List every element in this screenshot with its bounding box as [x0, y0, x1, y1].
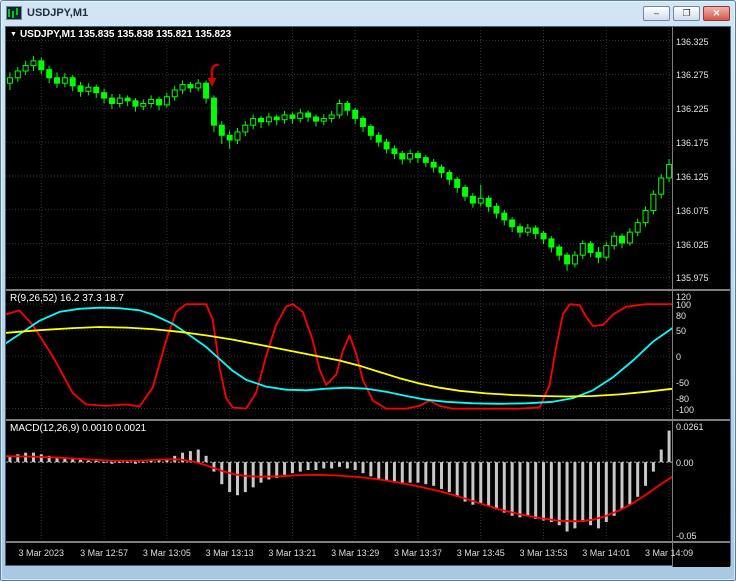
time-axis[interactable]: 3 Mar 2023 3 Mar 12:57 3 Mar 13:05 3 Mar 13…	[6, 543, 694, 567]
macd-indicator-chart[interactable]	[6, 421, 673, 541]
scale-label: -100	[676, 404, 695, 415]
scale-label: 136.325	[676, 36, 709, 47]
scale-label: 136.125	[676, 171, 709, 182]
time-axis-label: 3 Mar 2023	[18, 548, 65, 558]
scale-label: 0.00	[676, 458, 694, 469]
time-axis-label: 3 Mar 13:45	[456, 548, 505, 558]
macd-scale[interactable]: 0.0261 0.00 -0.05	[672, 421, 730, 541]
scale-label: 100	[676, 300, 692, 311]
scale-label: -80	[676, 394, 690, 405]
symbol-dropdown-icon[interactable]: ▼	[10, 31, 17, 38]
window-controls: – ❐ ✕	[643, 5, 730, 21]
restore-button[interactable]: ❐	[673, 5, 700, 21]
time-axis-label: 3 Mar 13:05	[142, 548, 191, 558]
window-title: USDJPY,M1	[27, 7, 89, 19]
scale-label: 0.0261	[676, 422, 704, 432]
wpr-indicator-label: R(9,26,52) 16.2 37.3 18.7	[10, 293, 124, 304]
wpr-indicator-panel[interactable]: R(9,26,52) 16.2 37.3 18.7	[6, 291, 673, 419]
macd-indicator-panel[interactable]: MACD(12,26,9) 0.0010 0.0021	[6, 421, 673, 541]
scale-label: 135.975	[676, 273, 709, 284]
scale-label: 136.275	[676, 70, 709, 81]
minimize-button[interactable]: –	[643, 5, 670, 21]
wpr-scale[interactable]: 120 100 80 50 0 -50 -80 -100	[672, 291, 730, 419]
scale-label: 136.025	[676, 239, 709, 250]
scale-label: 50	[676, 326, 687, 337]
scale-label: 0	[676, 352, 682, 363]
scale-label: 136.225	[676, 104, 709, 115]
wpr-indicator-chart[interactable]	[6, 291, 673, 419]
time-axis-label: 3 Mar 13:37	[393, 548, 442, 558]
candlesticks	[6, 56, 673, 271]
scale-label: 80	[676, 310, 687, 321]
time-axis-label: 3 Mar 13:29	[331, 548, 380, 558]
price-scale[interactable]: 136.325 136.275 136.225 136.175 136.125 136.0…	[672, 27, 730, 289]
time-axis-label: 3 Mar 14:09	[645, 548, 694, 558]
scale-label: 136.075	[676, 205, 709, 216]
chart-content: ▼ USDJPY,M1 135.835 135.838 135.821 135.8…	[5, 26, 731, 567]
macd-indicator-label: MACD(12,26,9) 0.0010 0.0021	[10, 423, 147, 434]
scale-label: 136.175	[676, 138, 709, 149]
wpr-mid-line	[6, 306, 673, 405]
close-button[interactable]: ✕	[703, 5, 730, 21]
scale-label: -50	[676, 378, 690, 389]
time-axis-label: 3 Mar 13:13	[205, 548, 254, 558]
ohlc-text: USDJPY,M1 135.835 135.838 135.821 135.82…	[19, 29, 232, 40]
price-chart-panel[interactable]: ▼ USDJPY,M1 135.835 135.838 135.821 135.8…	[6, 27, 673, 289]
time-axis-label: 3 Mar 14:01	[582, 548, 631, 558]
time-axis-label: 3 Mar 13:53	[519, 548, 568, 558]
time-axis-label: 3 Mar 13:21	[268, 548, 317, 558]
title-bar[interactable]: USDJPY,M1 – ❐ ✕	[1, 1, 735, 25]
time-axis-label: 3 Mar 12:57	[80, 548, 129, 558]
macd-histogram	[8, 430, 671, 532]
scale-label: -0.05	[676, 531, 697, 541]
chart-icon	[6, 6, 22, 20]
sell-arrow-annotation[interactable]	[207, 63, 220, 87]
chart-window: USDJPY,M1 – ❐ ✕ ▼ USDJPY,M1 135.835 135.8…	[0, 0, 736, 581]
chart-ohlc-header: ▼ USDJPY,M1 135.835 135.838 135.821 135.8…	[10, 29, 231, 40]
candlestick-chart[interactable]	[6, 27, 673, 289]
